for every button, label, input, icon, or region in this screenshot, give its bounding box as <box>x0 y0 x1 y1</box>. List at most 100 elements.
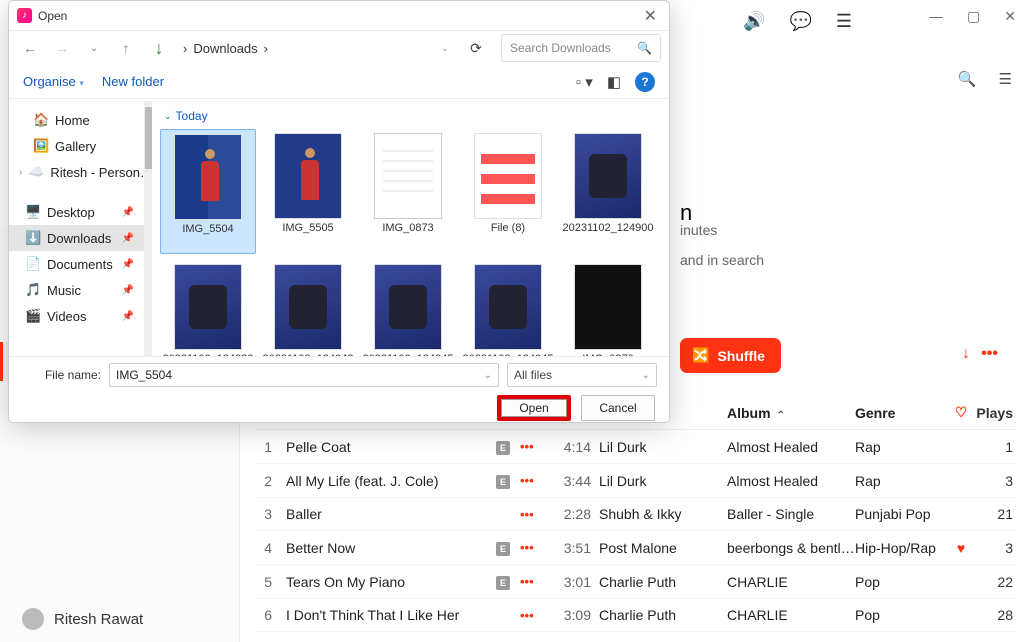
playlist-search-fragment: and in search <box>680 252 764 268</box>
pin-icon: 📌 <box>122 259 134 270</box>
explicit-icon: E <box>496 576 510 590</box>
help-icon[interactable]: ? <box>635 72 655 92</box>
user-footer[interactable]: Ritesh Rawat <box>14 600 151 638</box>
search-icon[interactable]: 🔍 <box>958 70 977 88</box>
track-table: Album ⌃ Genre ♡ Plays 1Pelle CoatE•••4:14… <box>256 396 1016 632</box>
file-name: IMG_5504 <box>182 223 233 249</box>
file-tile[interactable]: 20231102_124942 <box>260 260 356 356</box>
sidebar-scrollbar[interactable] <box>145 101 152 356</box>
crumb-dropdown-icon[interactable]: ⌄ <box>441 43 449 54</box>
quick-access-item[interactable]: 🖼️Gallery <box>9 133 144 159</box>
open-file-dialog: ♪ Open ✕ ← → ⌄ ↑ ↓ › Downloads › ⌄ ⟳ Sea… <box>8 0 670 423</box>
user-name: Ritesh Rawat <box>54 611 143 628</box>
breadcrumb[interactable]: › Downloads › <box>183 41 268 56</box>
file-tile[interactable]: 20231102_124945 <box>460 260 556 356</box>
file-name: IMG_5505 <box>282 222 333 248</box>
explicit-icon: E <box>496 542 510 556</box>
places-item[interactable]: 🎵Music📌 <box>9 277 144 303</box>
filetype-select[interactable]: All files⌄ <box>507 363 657 387</box>
lyrics-icon[interactable]: 💬 <box>789 11 811 32</box>
volume-icon[interactable]: 🔊 <box>743 11 765 32</box>
file-thumbnail <box>174 134 242 220</box>
download-icon[interactable]: ↓ <box>962 345 970 363</box>
row-menu-icon[interactable]: ••• <box>520 608 544 623</box>
close-icon[interactable]: ✕ <box>640 6 661 26</box>
places-item[interactable]: 🎬Videos📌 <box>9 303 144 329</box>
shuffle-icon: 🔀 <box>692 347 709 364</box>
music-app-icon: ♪ <box>17 8 32 23</box>
pin-icon: 📌 <box>122 207 134 218</box>
file-thumbnail <box>574 264 642 350</box>
dialog-titlebar: ♪ Open ✕ <box>9 1 669 31</box>
filename-label: File name: <box>21 368 101 382</box>
recent-dropdown-icon[interactable]: ⌄ <box>81 43 107 54</box>
file-thumbnail <box>374 133 442 219</box>
search-input[interactable]: Search Downloads 🔍 <box>501 34 661 62</box>
dialog-footer: File name: IMG_5504⌄ All files⌄ Open Can… <box>9 356 669 422</box>
file-tile[interactable]: File (8) <box>460 129 556 254</box>
file-thumbnail <box>374 264 442 350</box>
file-tile[interactable]: 20231102_124945(0) <box>360 260 456 356</box>
search-placeholder: Search Downloads <box>510 41 611 55</box>
shuffle-button[interactable]: 🔀 Shuffle <box>680 338 781 373</box>
table-row[interactable]: 2All My Life (feat. J. Cole)E•••3:44Lil … <box>256 464 1016 498</box>
row-menu-icon[interactable]: ••• <box>520 574 544 589</box>
row-menu-icon[interactable]: ••• <box>520 540 544 555</box>
search-icon: 🔍 <box>637 41 652 55</box>
places-item[interactable]: 🖥️Desktop📌 <box>9 199 144 225</box>
dialog-nav: ← → ⌄ ↑ ↓ › Downloads › ⌄ ⟳ Search Downl… <box>9 31 669 65</box>
row-menu-icon[interactable]: ••• <box>520 473 544 488</box>
up-icon[interactable]: ↑ <box>113 40 139 56</box>
pin-icon: 📌 <box>122 311 134 322</box>
file-thumbnail <box>274 133 342 219</box>
col-album[interactable]: Album <box>727 405 771 421</box>
organise-menu[interactable]: Organise ▾ <box>23 74 84 89</box>
places-item[interactable]: ⬇️Downloads📌 <box>9 225 144 251</box>
back-icon[interactable]: ← <box>17 40 43 56</box>
col-genre[interactable]: Genre <box>855 405 949 421</box>
dialog-sidebar: 🏠Home🖼️Gallery›☁️Ritesh - Person… 🖥️Desk… <box>9 101 145 356</box>
col-plays[interactable]: Plays <box>973 405 1013 421</box>
downloads-drive-icon: ↓ <box>145 38 173 59</box>
open-button[interactable]: Open <box>497 395 571 421</box>
forward-icon[interactable]: → <box>49 40 75 56</box>
file-tile[interactable]: 20231102_124900 <box>560 129 656 254</box>
file-name: IMG_0873 <box>382 222 433 248</box>
file-tile[interactable]: IMG_5505 <box>260 129 356 254</box>
file-thumbnail <box>174 264 242 350</box>
shuffle-label: Shuffle <box>717 348 764 364</box>
new-folder-button[interactable]: New folder <box>102 74 164 89</box>
avatar <box>22 608 44 630</box>
pin-icon: 📌 <box>122 285 134 296</box>
file-name: File (8) <box>491 222 525 248</box>
table-row[interactable]: 3Baller•••2:28Shubh & IkkyBaller - Singl… <box>256 498 1016 531</box>
places-item[interactable]: 📄Documents📌 <box>9 251 144 277</box>
table-row[interactable]: 4Better NowE•••3:51Post Malonebeerbongs … <box>256 531 1016 565</box>
queue-icon[interactable]: ☰ <box>836 11 852 32</box>
table-row[interactable]: 6I Don't Think That I Like Her•••3:09Cha… <box>256 599 1016 632</box>
table-row[interactable]: 1Pelle CoatE•••4:14Lil DurkAlmost Healed… <box>256 430 1016 464</box>
file-tile[interactable]: 20231102_124922 <box>160 260 256 356</box>
sort-up-icon: ⌃ <box>777 410 785 421</box>
refresh-icon[interactable]: ⟳ <box>463 40 489 57</box>
col-heart[interactable]: ♡ <box>949 404 973 421</box>
file-group-header[interactable]: ⌄ Today <box>156 107 665 125</box>
preview-pane-icon[interactable]: ◧ <box>607 73 621 91</box>
file-thumbnail <box>574 133 642 219</box>
row-menu-icon[interactable]: ••• <box>520 507 544 522</box>
playlist-subtitle-fragment: inutes <box>680 222 717 238</box>
cancel-button[interactable]: Cancel <box>581 395 655 421</box>
dialog-toolbar: Organise ▾ New folder ▫ ▾ ◧ ? <box>9 65 669 99</box>
table-row[interactable]: 5Tears On My PianoE•••3:01Charlie PuthCH… <box>256 565 1016 599</box>
quick-access-item[interactable]: 🏠Home <box>9 107 144 133</box>
filter-icon[interactable]: ☰ <box>999 70 1012 88</box>
quick-access-item[interactable]: ›☁️Ritesh - Person… <box>9 159 144 185</box>
file-tile[interactable]: IMG_0870 <box>560 260 656 356</box>
view-mode-icon[interactable]: ▫ ▾ <box>576 73 593 91</box>
row-menu-icon[interactable]: ••• <box>520 439 544 454</box>
file-tile[interactable]: IMG_0873 <box>360 129 456 254</box>
dialog-title: Open <box>38 9 67 23</box>
more-icon[interactable]: ••• <box>981 345 998 363</box>
filename-input[interactable]: IMG_5504⌄ <box>109 363 499 387</box>
file-tile[interactable]: IMG_5504 <box>160 129 256 254</box>
